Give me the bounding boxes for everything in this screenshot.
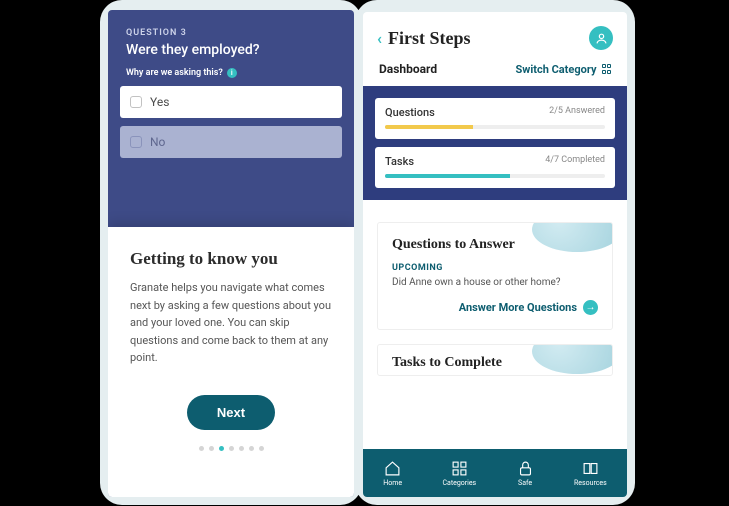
- nav-home[interactable]: Home: [383, 460, 402, 487]
- switch-category-label: Switch Category: [515, 63, 596, 76]
- summary-questions-stat: 2/5 Answered: [549, 106, 605, 119]
- question-text: Were they employed?: [126, 42, 336, 58]
- upcoming-question-text: Did Anne own a house or other home?: [392, 277, 598, 288]
- why-ask-link[interactable]: Why are we asking this? i: [126, 68, 336, 78]
- summary-tasks[interactable]: Tasks 4/7 Completed: [375, 147, 615, 188]
- arrow-right-icon: →: [583, 300, 598, 315]
- checkbox-icon: [130, 96, 142, 108]
- info-icon: i: [227, 68, 237, 78]
- bottom-nav: Home Categories Safe Resources: [363, 449, 627, 497]
- subheader: Dashboard Switch Category: [363, 56, 627, 86]
- main-scroll[interactable]: Questions to Answer UPCOMING Did Anne ow…: [363, 200, 627, 449]
- nav-resources[interactable]: Resources: [574, 460, 607, 487]
- summary-questions[interactable]: Questions 2/5 Answered: [375, 98, 615, 139]
- nav-resources-label: Resources: [574, 479, 607, 487]
- answer-more-label: Answer More Questions: [459, 301, 577, 314]
- summary-panel: Questions 2/5 Answered Tasks 4/7 Complet…: [363, 86, 627, 200]
- profile-avatar[interactable]: [589, 26, 613, 50]
- nav-safe-label: Safe: [518, 479, 532, 487]
- questions-card: Questions to Answer UPCOMING Did Anne ow…: [377, 222, 613, 330]
- summary-questions-label: Questions: [385, 106, 435, 119]
- book-icon: [582, 460, 599, 477]
- person-icon: [595, 32, 608, 45]
- dashboard-screen: ‹ First Steps Dashboard Switch Category …: [363, 12, 627, 497]
- page-title: First Steps: [388, 28, 583, 49]
- grid-icon: [451, 460, 468, 477]
- option-no-label: No: [150, 135, 165, 149]
- home-icon: [384, 460, 401, 477]
- questions-progress-bar: [385, 125, 605, 129]
- phone-dashboard: ‹ First Steps Dashboard Switch Category …: [355, 0, 635, 505]
- next-button[interactable]: Next: [187, 395, 275, 430]
- grid-icon: [602, 64, 612, 74]
- summary-tasks-stat: 4/7 Completed: [545, 155, 605, 168]
- tasks-card: Tasks to Complete: [377, 344, 613, 376]
- question-screen: QUESTION 3 Were they employed? Why are w…: [108, 10, 354, 497]
- nav-safe[interactable]: Safe: [517, 460, 534, 487]
- answer-more-button[interactable]: Answer More Questions →: [392, 300, 598, 315]
- questions-card-title: Questions to Answer: [392, 237, 598, 253]
- switch-category-button[interactable]: Switch Category: [515, 63, 611, 76]
- upcoming-label: UPCOMING: [392, 263, 598, 273]
- why-ask-label: Why are we asking this?: [126, 68, 223, 78]
- back-icon[interactable]: ‹: [377, 29, 382, 48]
- option-yes[interactable]: Yes: [120, 86, 342, 118]
- sheet-body: Granate helps you navigate what comes ne…: [130, 279, 332, 367]
- sheet-title: Getting to know you: [130, 249, 332, 269]
- checkbox-icon: [130, 136, 142, 148]
- nav-home-label: Home: [383, 479, 402, 487]
- phone-question-flow: QUESTION 3 Were they employed? Why are w…: [100, 0, 362, 505]
- question-number: QUESTION 3: [126, 28, 336, 38]
- option-no[interactable]: No: [120, 126, 342, 158]
- onboarding-sheet: Getting to know you Granate helps you na…: [108, 227, 354, 497]
- lock-icon: [517, 460, 534, 477]
- dashboard-label: Dashboard: [379, 62, 437, 76]
- option-yes-label: Yes: [150, 95, 169, 109]
- question-header: QUESTION 3 Were they employed? Why are w…: [108, 10, 354, 86]
- page-dots: [130, 446, 332, 451]
- nav-categories-label: Categories: [442, 479, 476, 487]
- tasks-progress-bar: [385, 174, 605, 178]
- tasks-card-title: Tasks to Complete: [392, 355, 598, 371]
- nav-categories[interactable]: Categories: [442, 460, 476, 487]
- header: ‹ First Steps: [363, 12, 627, 56]
- summary-tasks-label: Tasks: [385, 155, 414, 168]
- dot-active: [219, 446, 224, 451]
